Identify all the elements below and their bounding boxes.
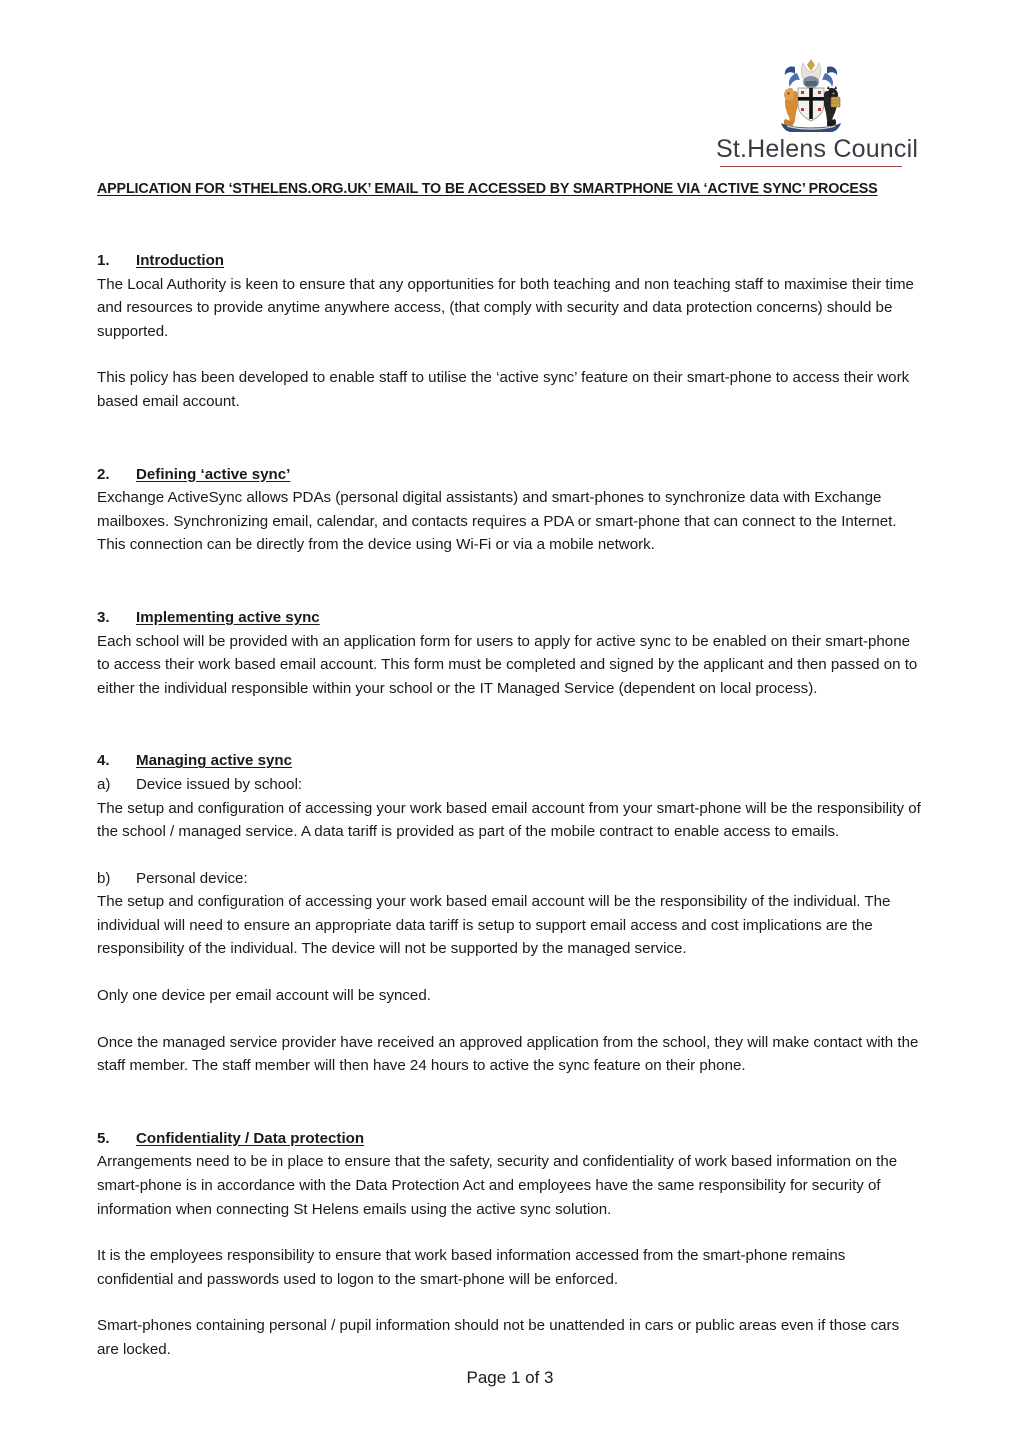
subsection-text-a: Device issued by school: bbox=[136, 775, 303, 793]
section-title-3: Implementing active sync bbox=[136, 608, 320, 626]
subsection-text-b: Personal device: bbox=[136, 869, 248, 887]
document-body: APPLICATION FOR ‘STHELENS.ORG.UK’ EMAIL … bbox=[97, 178, 925, 1362]
paragraph: The setup and configuration of accessing… bbox=[97, 799, 921, 841]
section-title-1: Introduction bbox=[136, 252, 225, 269]
section-managing-active-sync: 4. Managing active sync a) Device issued b… bbox=[97, 749, 925, 1078]
paragraph: Each school will be provided with an app… bbox=[97, 632, 918, 697]
paragraph: Smart-phones containing personal / pupil… bbox=[97, 1317, 900, 1358]
paragraph: Only one device per email account will b… bbox=[97, 987, 431, 1005]
section-heading-3: 3. Implementing active sync bbox=[97, 606, 925, 630]
page-footer: Page 1 of 3 bbox=[0, 1368, 1020, 1388]
paragraph: Once the managed service provider have r… bbox=[97, 1033, 919, 1075]
logo-wordmark: St.Helens Council bbox=[716, 135, 919, 163]
paragraph: Arrangements need to be in place to ensu… bbox=[97, 1153, 898, 1218]
document-page: St.Helens Council APPLICATION FOR ‘STHEL… bbox=[0, 0, 1020, 1443]
section-defining-active-sync: 2. Defining ‘active sync’ Exchange Active… bbox=[97, 463, 925, 557]
st-helens-coat-of-arms-icon bbox=[781, 59, 841, 132]
section-heading-2: 2. Defining ‘active sync’ bbox=[97, 463, 925, 487]
section-number-4: 4. bbox=[97, 752, 110, 770]
paragraph: The Local Authority is keen to ensure th… bbox=[97, 275, 914, 340]
section-confidentiality-data-protection: 5. Confidentiality / Data protection Arra… bbox=[97, 1127, 925, 1362]
section-number-5: 5. bbox=[97, 1129, 110, 1147]
section-title-4: Managing active sync bbox=[136, 752, 293, 770]
section-title-2: Defining ‘active sync’ bbox=[136, 465, 291, 483]
section-number-3: 3. bbox=[97, 608, 110, 626]
paragraph: The setup and configuration of accessing… bbox=[97, 893, 891, 958]
paragraph: It is the employees responsibility to en… bbox=[97, 1247, 846, 1288]
paragraph: This policy has been developed to enable… bbox=[97, 369, 910, 410]
page-title: APPLICATION FOR ‘STHELENS.ORG.UK’ EMAIL … bbox=[97, 181, 878, 197]
subsection-label-b: b) Personal device: bbox=[97, 867, 925, 891]
section-number-2: 2. bbox=[97, 465, 110, 483]
section-heading-5: 5. Confidentiality / Data protection bbox=[97, 1127, 925, 1151]
logo-underline-rule bbox=[720, 166, 902, 167]
section-heading-4: 4. Managing active sync bbox=[97, 749, 925, 773]
section-heading-1: 1. Introduction bbox=[97, 249, 925, 273]
section-number-1: 1. bbox=[97, 252, 110, 269]
section-introduction: 1. Introduction The Local Authority is ke… bbox=[97, 249, 925, 414]
st-helens-council-logo: St.Helens Council bbox=[716, 55, 919, 167]
subsection-label-a: a) Device issued by school: bbox=[97, 773, 925, 797]
page-number-label: Page 1 of 3 bbox=[466, 1368, 554, 1387]
subsection-marker-b: b) bbox=[97, 869, 111, 887]
paragraph: Exchange ActiveSync allows PDAs (persona… bbox=[97, 489, 897, 554]
subsection-marker-a: a) bbox=[97, 775, 111, 793]
section-implementing-active-sync: 3. Implementing active sync Each school w… bbox=[97, 606, 925, 700]
section-title-5: Confidentiality / Data protection bbox=[136, 1129, 365, 1147]
